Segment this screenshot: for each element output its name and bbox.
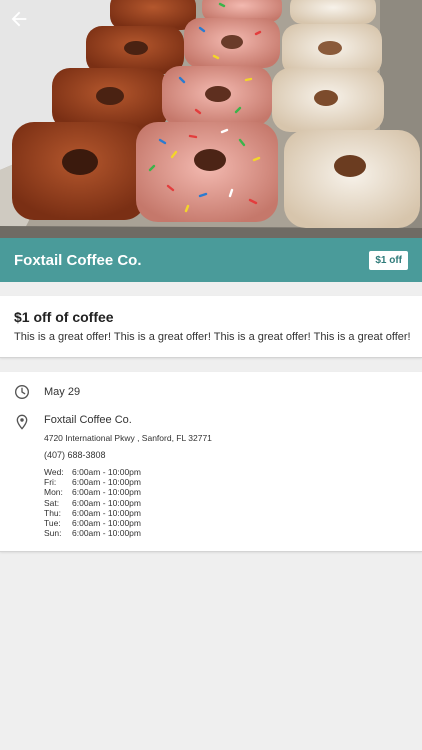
offer-description: This is a great offer! This is a great o… (14, 331, 411, 343)
hours-time: 6:00am - 10:00pm (72, 467, 141, 477)
merchant-title: Foxtail Coffee Co. (14, 251, 142, 269)
hours-row: Tue: 6:00am - 10:00pm (44, 518, 141, 528)
address[interactable]: 4720 International Pkwy , Sanford, FL 32… (44, 433, 212, 443)
hours-row: Sun: 6:00am - 10:00pm (44, 528, 141, 538)
hours-time: 6:00am - 10:00pm (72, 497, 141, 508)
arrow-left-icon (11, 11, 27, 27)
hours-day: Tue: (44, 518, 61, 529)
hours-time: 6:00am - 10:00pm (72, 528, 141, 539)
hours-row: Sat: 6:00am - 10:00pm (44, 498, 141, 508)
hours-day: Sun: (44, 528, 62, 539)
hours-day: Wed: (44, 467, 64, 477)
clock-icon (15, 385, 29, 399)
donuts-photo (0, 0, 422, 238)
business-hours: Wed: 6:00am - 10:00pm Fri: 6:00am - 10:00p… (44, 467, 141, 538)
back-button[interactable] (8, 8, 30, 30)
hours-day: Sat: (44, 497, 60, 508)
hours-row: Fri: 6:00am - 10:00pm (44, 477, 141, 487)
hours-row: Mon: 6:00am - 10:00pm (44, 487, 141, 497)
hero-image (0, 0, 422, 238)
offer-date: May 29 (44, 386, 81, 398)
hours-time: 6:00am - 10:00pm (72, 487, 141, 498)
hours-row: Thu: 6:00am - 10:00pm (44, 508, 141, 518)
details-card: May 29 Foxtail Coffee Co. 4720 Internati… (0, 372, 422, 552)
phone-number[interactable]: (407) 688-3808 (44, 450, 106, 460)
hours-day: Fri: (44, 477, 57, 488)
title-bar: Foxtail Coffee Co. $1 off (0, 238, 422, 282)
map-pin-icon (16, 414, 28, 430)
hours-row: Wed: 6:00am - 10:00pm (44, 467, 141, 477)
hours-day: Mon: (44, 487, 63, 498)
discount-badge: $1 off (369, 250, 408, 270)
hours-time: 6:00am - 10:00pm (72, 518, 141, 529)
hours-time: 6:00am - 10:00pm (72, 477, 141, 488)
offer-title: $1 off of coffee (14, 309, 114, 325)
hours-time: 6:00am - 10:00pm (72, 507, 141, 518)
hours-day: Thu: (44, 507, 62, 518)
location-name: Foxtail Coffee Co. (44, 414, 132, 426)
offer-card: $1 off of coffee This is a great offer! … (0, 296, 422, 358)
